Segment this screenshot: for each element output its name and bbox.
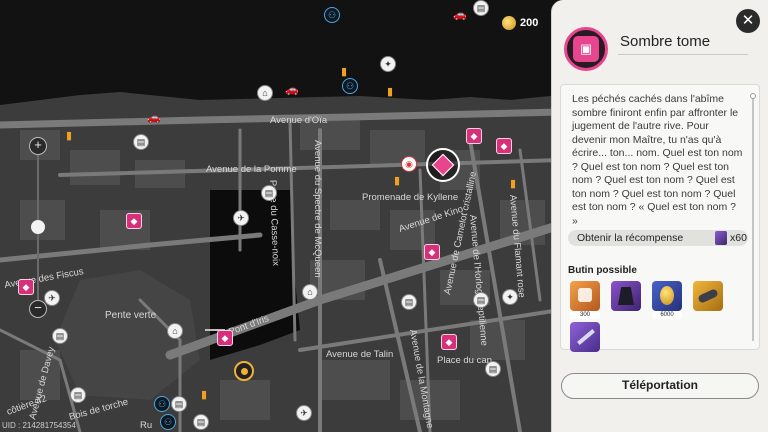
map-marker-icon[interactable]: ✦ <box>502 289 518 305</box>
street-label: Avenue d'Oïa <box>270 115 328 126</box>
reward-row: Obtenir la récompense x60 <box>568 230 748 246</box>
map-marker-icon[interactable]: ▤ <box>261 185 277 201</box>
quest-marker-icon[interactable]: ◆ <box>496 138 512 154</box>
blade-item-icon <box>577 329 595 345</box>
street-label: Avenue de Talin <box>326 349 393 360</box>
reward-label: Obtenir la récompense <box>577 232 684 244</box>
map-marker-icon[interactable]: ✈ <box>233 210 249 226</box>
map-marker-icon[interactable]: ⚇ <box>342 78 358 94</box>
egg-item-icon <box>660 286 674 305</box>
map-marker-icon[interactable]: ⚇ <box>324 7 340 23</box>
loot-item-blade[interactable] <box>570 322 600 352</box>
quest-marker-icon[interactable]: ◆ <box>18 279 34 295</box>
map-marker-icon[interactable]: ▤ <box>52 328 68 344</box>
quest-title: Sombre tome <box>620 33 711 50</box>
map-marker-icon[interactable]: ▤ <box>171 396 187 412</box>
quest-marker-icon[interactable]: ◆ <box>424 244 440 260</box>
loot-item-egg[interactable]: 6000 <box>652 281 682 319</box>
map-marker-icon[interactable]: ⌂ <box>167 323 183 339</box>
scrollbar-thumb[interactable] <box>750 93 756 99</box>
cannon-item-icon <box>697 288 719 304</box>
street-label: Place du cap <box>437 355 492 366</box>
quest-detail-panel: ✕ ▣ Sombre tome Les péchés cachés dans l… <box>551 0 768 432</box>
reward-quantity: x60 <box>730 232 747 244</box>
map-marker-icon[interactable]: ⌂ <box>257 85 273 101</box>
vehicle-marker-icon[interactable]: 🚗 <box>284 82 300 98</box>
map-marker-icon[interactable]: ▤ <box>193 414 209 430</box>
map-marker-icon[interactable]: ▤ <box>473 0 489 16</box>
vehicle-marker-icon[interactable]: 🚗 <box>146 110 162 126</box>
cloak-item-icon <box>618 287 634 305</box>
building-marker-icon[interactable]: ▮ <box>196 387 212 403</box>
map-marker-icon[interactable]: ▤ <box>133 134 149 150</box>
street-label: Avenue du Spectre de McQueen <box>312 140 323 278</box>
selected-location-marker-icon[interactable] <box>426 148 460 182</box>
loot-item-dice[interactable]: 300 <box>570 281 600 319</box>
district-label: Pente verte <box>105 310 157 321</box>
loot-count: 6000 <box>652 311 682 319</box>
quest-marker-icon[interactable]: ◆ <box>126 213 142 229</box>
building-marker-icon[interactable]: ▮ <box>505 176 521 192</box>
quest-marker-icon[interactable]: ◆ <box>217 330 233 346</box>
street-label: Promenade de Kyllene <box>362 192 458 203</box>
map-marker-icon[interactable]: ▤ <box>473 292 489 308</box>
street-label: Ru <box>140 420 152 431</box>
map-marker-icon[interactable]: ⚇ <box>154 396 170 412</box>
zoom-in-button[interactable]: + <box>29 137 47 155</box>
currency-badge: 200 <box>498 14 545 32</box>
map-marker-icon[interactable]: ▤ <box>401 294 417 310</box>
currency-icon <box>502 16 516 30</box>
loot-count: 300 <box>570 311 600 319</box>
player-position-icon[interactable] <box>234 361 254 381</box>
zoom-out-button[interactable]: − <box>29 300 47 318</box>
map-marker-icon[interactable]: ✈ <box>44 290 60 306</box>
player-uid: UID : 214281754354 <box>2 421 76 430</box>
dice-item-icon <box>578 288 592 302</box>
close-icon: ✕ <box>741 12 755 29</box>
street-label: Avenue de la Pomme <box>206 164 297 175</box>
quest-description: Les péchés cachés dans l'abîme sombre fi… <box>572 93 743 227</box>
close-button[interactable]: ✕ <box>736 9 760 33</box>
book-icon: ▣ <box>573 36 599 62</box>
loot-title: Butin possible <box>568 265 637 276</box>
map-marker-icon[interactable]: ⚇ <box>160 414 176 430</box>
loot-item-cannon[interactable] <box>693 281 723 311</box>
map-marker-icon[interactable]: ▤ <box>485 361 501 377</box>
vehicle-marker-icon[interactable]: 🚗 <box>452 7 468 23</box>
map-marker-icon[interactable]: ▤ <box>70 387 86 403</box>
quest-marker-icon[interactable]: ◆ <box>441 334 457 350</box>
quest-book-icon: ▣ <box>564 27 608 71</box>
title-divider <box>618 54 748 55</box>
currency-amount: 200 <box>520 17 539 29</box>
teleport-button[interactable]: Téléportation <box>561 373 759 399</box>
map-marker-icon[interactable]: ✈ <box>296 405 312 421</box>
map-marker-icon[interactable]: ◉ <box>401 156 417 172</box>
reward-item-icon <box>715 231 727 245</box>
quest-description-box[interactable]: Les péchés cachés dans l'abîme sombre fi… <box>560 84 760 352</box>
map-marker-icon[interactable]: ⌂ <box>302 284 318 300</box>
loot-item-cloak[interactable] <box>611 281 641 311</box>
scrollbar-track[interactable] <box>752 95 754 341</box>
map-marker-icon[interactable]: ✦ <box>380 56 396 72</box>
quest-marker-icon[interactable]: ◆ <box>466 128 482 144</box>
building-marker-icon[interactable]: ▮ <box>61 128 77 144</box>
building-marker-icon[interactable]: ▮ <box>389 173 405 189</box>
zoom-slider-handle[interactable] <box>31 220 45 235</box>
building-marker-icon[interactable]: ▮ <box>382 84 398 100</box>
